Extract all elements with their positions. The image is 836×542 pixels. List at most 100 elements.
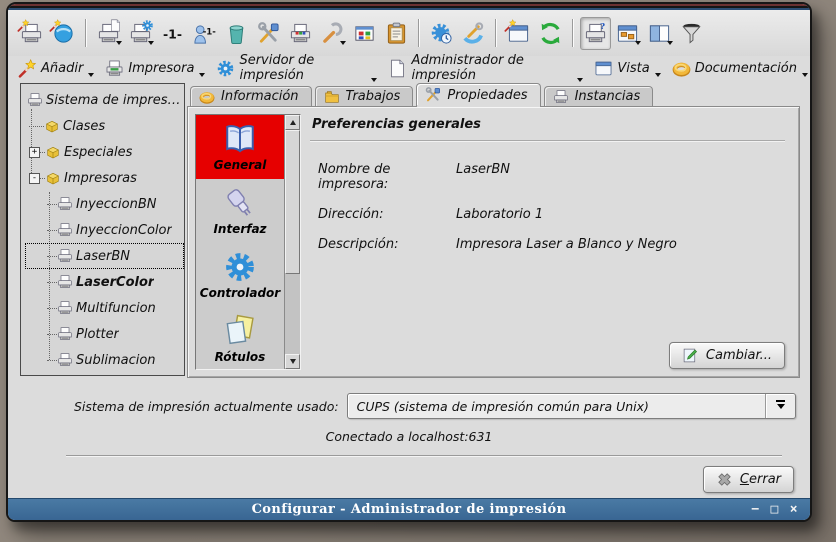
tree-item-inyeccioncolor[interactable]: InyeccionColor bbox=[25, 217, 184, 243]
section-list: General Interfaz Controlador Rótulo bbox=[195, 114, 301, 370]
window-title: Configurar - Administrador de impresión bbox=[252, 502, 567, 517]
windows-gears-icon bbox=[353, 22, 376, 45]
menu-administrador-de-impresion[interactable]: Administrador de impresión bbox=[388, 53, 581, 83]
user-minus-one-icon bbox=[193, 22, 216, 45]
set-user-default-button[interactable] bbox=[189, 17, 220, 50]
titlebar[interactable]: Configurar - Administrador de impresión … bbox=[8, 498, 810, 520]
tree-item-label: LaserBN bbox=[76, 249, 130, 264]
printer-description-value: Impresora Laser a Blanco y Negro bbox=[456, 237, 677, 252]
magic-wand-icon bbox=[49, 19, 62, 32]
tree-item-lasercolor[interactable]: LaserColor bbox=[25, 269, 184, 295]
scrollbar-thumb[interactable] bbox=[285, 130, 300, 274]
tree-item-impresoras[interactable]: - Impresoras bbox=[25, 165, 184, 191]
printer-icon bbox=[57, 222, 73, 238]
set-default-button[interactable] bbox=[157, 17, 188, 50]
close-button[interactable]: Cerrar bbox=[703, 466, 794, 493]
add-printer-button[interactable] bbox=[16, 17, 47, 50]
menu-label: Añadir bbox=[41, 61, 83, 76]
view-jobs-button[interactable] bbox=[381, 17, 412, 50]
print-system-select[interactable]: CUPS (sistema de impresión común para Un… bbox=[347, 393, 796, 419]
printer-tools-button[interactable] bbox=[253, 17, 284, 50]
magic-wand-icon bbox=[17, 19, 30, 32]
combo-dropdown-button[interactable] bbox=[765, 394, 795, 418]
tree-item-label: Impresoras bbox=[64, 171, 137, 186]
page-icon bbox=[109, 19, 122, 32]
tree-root-label: Sistema de impresión bbox=[46, 93, 184, 108]
scroll-down-button[interactable] bbox=[285, 354, 300, 369]
tree-connector bbox=[47, 334, 57, 335]
collapse-icon[interactable]: - bbox=[29, 173, 40, 184]
up-arrow-icon bbox=[290, 117, 296, 125]
filter-button[interactable] bbox=[676, 17, 707, 50]
configure-button[interactable] bbox=[317, 17, 348, 50]
menu-documentacion[interactable]: Documentación bbox=[672, 59, 806, 78]
section-label: Rótulos bbox=[215, 350, 266, 364]
menu-vista[interactable]: Vista bbox=[594, 59, 658, 78]
tree-item-label: Sublimacion bbox=[76, 353, 156, 368]
section-controlador[interactable]: Controlador bbox=[196, 243, 284, 307]
tab-trabajos[interactable]: Trabajos bbox=[315, 86, 414, 106]
change-button-label: Cambiar... bbox=[706, 348, 772, 363]
expand-icon[interactable]: + bbox=[29, 147, 40, 158]
view-columns-button[interactable] bbox=[644, 17, 675, 50]
minimize-button[interactable]: − bbox=[751, 503, 759, 516]
dropdown-arrow-icon bbox=[199, 73, 205, 80]
tree-connector bbox=[47, 256, 57, 257]
section-general[interactable]: General bbox=[196, 115, 284, 179]
tab-instancias[interactable]: Instancias bbox=[544, 86, 654, 106]
server-tasks-button[interactable] bbox=[426, 17, 457, 50]
new-window-wizard-button[interactable] bbox=[503, 17, 534, 50]
view-mode-button[interactable] bbox=[612, 17, 643, 50]
notebook: Información Trabajos Propiedades Instanc… bbox=[187, 83, 800, 378]
gear-clock-icon bbox=[430, 22, 453, 45]
tree-item-plotter[interactable]: Plotter bbox=[25, 321, 184, 347]
tree-item-especiales[interactable]: + Especiales bbox=[25, 139, 184, 165]
tree-item-inyeccionbn[interactable]: InyeccionBN bbox=[25, 191, 184, 217]
tab-informacion[interactable]: Información bbox=[190, 86, 312, 106]
printer-tree: Sistema de impresión Clases + Especiales… bbox=[20, 83, 185, 376]
windows-drivers-button[interactable] bbox=[349, 17, 380, 50]
repair-button[interactable] bbox=[458, 17, 489, 50]
change-button[interactable]: Cambiar... bbox=[669, 342, 785, 369]
tree-item-sublimacion[interactable]: Sublimacion bbox=[25, 347, 184, 373]
tree-connector bbox=[47, 204, 57, 205]
close-window-button[interactable]: × bbox=[790, 503, 798, 516]
edit-icon bbox=[682, 347, 699, 364]
menubar: Añadir Impresora Servidor de impresión A… bbox=[8, 56, 810, 83]
printer-help-toggle[interactable] bbox=[580, 17, 611, 50]
tree-item-multifuncion[interactable]: Multifuncion bbox=[25, 295, 184, 321]
menu-label: Administrador de impresión bbox=[411, 53, 572, 83]
menu-impresora[interactable]: Impresora bbox=[105, 59, 203, 78]
tab-propiedades[interactable]: Propiedades bbox=[416, 83, 540, 106]
copy-printer-button[interactable] bbox=[93, 17, 124, 50]
delete-button[interactable] bbox=[221, 17, 252, 50]
print-system-label: Sistema de impresión actualmente usado: bbox=[74, 399, 339, 414]
tree-item-clases[interactable]: Clases bbox=[25, 113, 184, 139]
gear-icon bbox=[216, 59, 235, 78]
tree-item-label: Especiales bbox=[64, 145, 132, 160]
add-class-button[interactable] bbox=[48, 17, 79, 50]
menu-servidor-de-impresion[interactable]: Servidor de impresión bbox=[216, 53, 375, 83]
tab-label: Instancias bbox=[575, 89, 641, 104]
print-system-value: CUPS (sistema de impresión común para Un… bbox=[348, 399, 765, 414]
maximize-button[interactable]: □ bbox=[771, 503, 779, 516]
print-test-page-button[interactable] bbox=[285, 17, 316, 50]
folder-icon bbox=[324, 89, 340, 105]
tree-item-laserbn[interactable]: LaserBN bbox=[25, 243, 184, 269]
dropdown-arrow-icon bbox=[655, 73, 661, 80]
section-interfaz[interactable]: Interfaz bbox=[196, 179, 284, 243]
menu-anadir[interactable]: Añadir bbox=[18, 59, 92, 78]
field-row: Nombre de impresora: LaserBN bbox=[318, 162, 787, 192]
tree-root[interactable]: Sistema de impresión bbox=[25, 87, 184, 113]
dropdown-arrow-icon bbox=[802, 73, 808, 80]
scroll-up-button[interactable] bbox=[285, 115, 300, 130]
section-label: General bbox=[214, 158, 267, 172]
section-rotulos[interactable]: Rótulos bbox=[196, 307, 284, 370]
printer-settings-button[interactable] bbox=[125, 17, 156, 50]
tree-item-label: Multifuncion bbox=[76, 301, 156, 316]
refresh-button[interactable] bbox=[535, 17, 566, 50]
color-stripes-icon bbox=[294, 27, 307, 40]
tab-label: Trabajos bbox=[346, 89, 401, 104]
window-icon bbox=[594, 59, 613, 78]
close-row: Cerrar bbox=[8, 457, 810, 493]
